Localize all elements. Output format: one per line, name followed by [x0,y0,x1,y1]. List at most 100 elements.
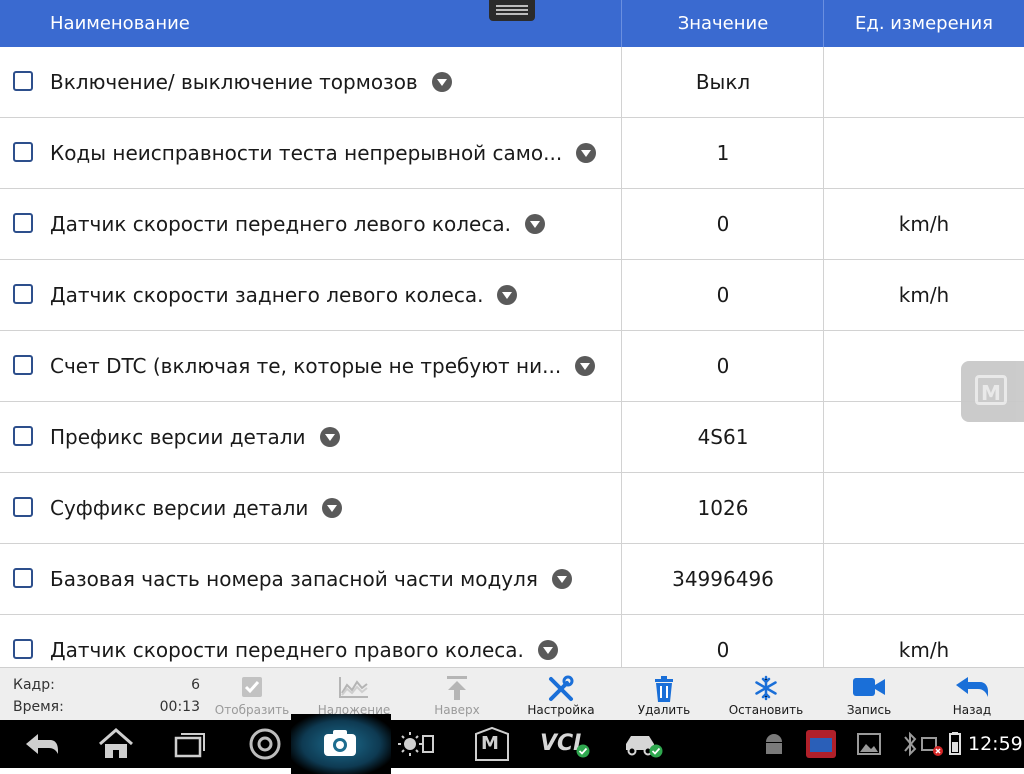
connected-check-icon [576,744,590,758]
move-top-icon [447,676,467,700]
settings-button-label: Настройка [527,703,595,717]
row-label: Префикс версии детали [50,425,306,449]
row-checkbox[interactable] [13,568,33,588]
m-logo-icon: M [975,375,1007,405]
header-name-column: Наименование [50,13,190,34]
display-button[interactable]: Отобразить [210,668,294,721]
frame-value: 6 [191,677,200,693]
display-button-label: Отобразить [214,703,290,717]
row-label: Датчик скорости переднего правого колеса… [50,638,524,662]
expand-arrow-icon[interactable] [537,639,558,660]
recent-apps-icon[interactable] [170,720,210,768]
row-value: 0 [716,283,730,307]
back-arrow-icon [956,677,988,697]
expand-arrow-icon[interactable] [575,355,596,376]
row-checkbox[interactable] [13,426,33,446]
home-nav-icon[interactable] [96,720,136,768]
table-row[interactable]: Датчик скорости переднего левого колеса.… [0,189,1024,260]
table-row[interactable]: Датчик скорости переднего правого колеса… [0,615,1024,667]
table-row[interactable]: Счет DTC (включая те, которые не требуют… [0,331,1024,402]
back-nav-icon[interactable] [22,720,62,768]
parameter-table: Включение/ выключение тормозов Выкл Коды… [0,47,1024,667]
overlay-chart-icon [339,677,368,698]
network-icon [921,737,943,756]
table-row[interactable]: Базовая часть номера запасной части моду… [0,544,1024,615]
expand-arrow-icon[interactable] [524,213,545,234]
vehicle-status-icon[interactable] [620,720,668,768]
settings-button[interactable]: Настройка [518,668,604,721]
clock: 12:59 [968,733,1023,755]
car-icon [626,736,663,758]
row-value: 1 [716,141,730,165]
expand-arrow-icon[interactable] [322,497,343,518]
wrench-icon [549,675,574,701]
row-checkbox[interactable] [13,142,33,162]
delete-button[interactable]: Удалить [622,668,706,721]
row-checkbox[interactable] [13,213,33,233]
frame-label: Кадр: [13,677,55,693]
android-debug-icon [766,734,782,754]
expand-arrow-icon[interactable] [551,568,572,589]
table-row[interactable]: Коды неисправности теста непрерывной сам… [0,118,1024,189]
row-label: Датчик скорости заднего левого колеса. [50,283,484,307]
camera-icon[interactable] [320,720,360,768]
record-button-label: Запись [846,703,892,717]
row-value: 34996496 [672,567,774,591]
row-checkbox[interactable] [13,497,33,517]
bluetooth-icon [904,731,917,757]
row-checkbox[interactable] [13,639,33,659]
video-camera-icon [853,678,885,696]
time-value: 00:13 [159,699,200,715]
checkbox-icon [242,677,262,697]
header-value-column: Значение [677,13,769,34]
table-row[interactable]: Включение/ выключение тормозов Выкл [0,47,1024,118]
move-top-button-label: Наверх [434,703,480,717]
row-label: Датчик скорости переднего левого колеса. [50,212,511,236]
column-divider [621,47,622,667]
row-value: 0 [716,212,730,236]
column-divider [823,47,824,667]
battery-icon [949,732,961,755]
row-checkbox[interactable] [13,284,33,304]
row-value: 1026 [697,496,749,520]
row-checkbox[interactable] [13,71,33,91]
delete-button-label: Удалить [637,703,691,717]
expand-arrow-icon[interactable] [497,284,518,305]
table-row[interactable]: Префикс версии детали 4S61 [0,402,1024,473]
table-row[interactable]: Датчик скорости заднего левого колеса. 0… [0,260,1024,331]
record-button[interactable]: Запись [827,668,911,721]
expand-arrow-icon[interactable] [431,71,452,92]
row-unit: km/h [898,283,950,307]
back-button-label: Назад [952,703,992,717]
move-top-button[interactable]: Наверх [415,668,499,721]
m-app-label: M [481,733,499,754]
row-label: Коды неисправности теста непрерывной сам… [50,141,563,165]
expand-arrow-icon[interactable] [576,142,597,163]
row-value: 0 [716,638,730,662]
row-value: 0 [716,354,730,378]
expand-arrow-icon[interactable] [319,426,340,447]
back-button[interactable]: Назад [930,668,1014,721]
browser-icon[interactable] [245,720,285,768]
floating-menu-button[interactable]: M [961,361,1024,422]
gallery-icon [857,733,881,755]
row-value: Выкл [695,70,751,94]
bottom-toolbar: Кадр: 6 Время: 00:13 Отобразить Наложени… [0,667,1024,720]
brightness-icon[interactable] [396,720,436,768]
m-app-icon[interactable]: M [472,720,512,768]
drag-handle[interactable] [489,0,535,21]
row-value: 4S61 [697,425,749,449]
row-unit: km/h [898,638,950,662]
row-label: Базовая часть номера запасной части моду… [50,567,538,591]
app-thumbnail-icon [806,730,836,758]
snowflake-icon [755,675,777,701]
freeze-button[interactable]: Остановить [724,668,808,721]
table-row[interactable]: Суффикс версии детали 1026 [0,473,1024,544]
trash-icon [655,676,673,702]
row-checkbox[interactable] [13,355,33,375]
row-unit: km/h [898,212,950,236]
row-label: Суффикс версии детали [50,496,309,520]
header-unit-column: Ед. измерения [855,13,993,34]
row-label: Счет DTC (включая те, которые не требуют… [50,354,562,378]
vci-status-icon[interactable]: VCI [540,720,596,768]
